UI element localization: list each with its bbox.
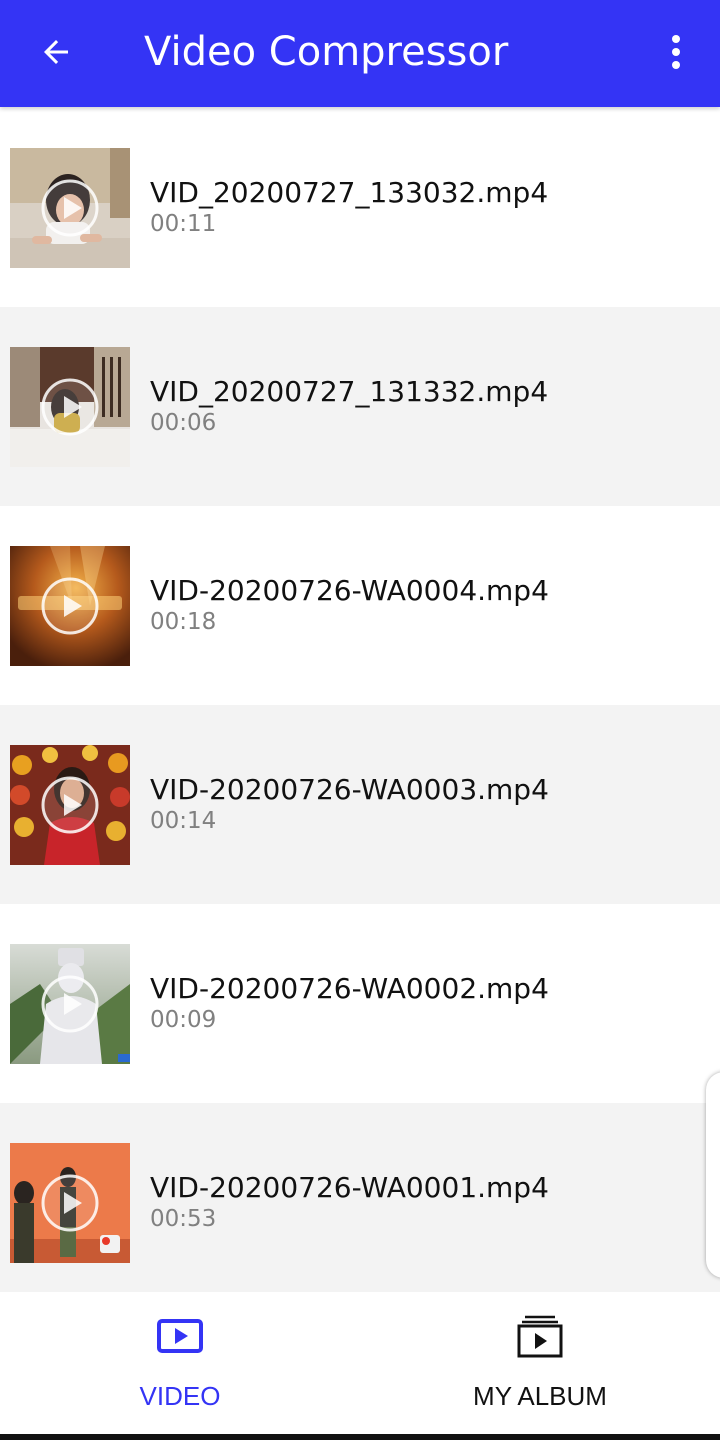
video-thumbnail — [10, 347, 130, 467]
video-file-name: VID-20200726-WA0002.mp4 — [150, 972, 549, 1005]
video-list-item[interactable]: VID-20200726-WA0004.mp4 00:18 — [0, 506, 720, 705]
video-file-name: VID_20200727_131332.mp4 — [150, 375, 549, 408]
video-list: VID_20200727_133032.mp4 00:11 VID_202007… — [0, 108, 720, 1302]
video-file-name: VID-20200726-WA0004.mp4 — [150, 574, 549, 607]
video-duration: 00:09 — [150, 1007, 217, 1033]
video-thumbnail — [10, 546, 130, 666]
video-duration: 00:11 — [150, 211, 217, 237]
play-icon — [41, 577, 99, 635]
video-duration: 00:18 — [150, 609, 217, 635]
nav-my-album-label: MY ALBUM — [473, 1381, 607, 1411]
video-list-item[interactable]: VID-20200726-WA0003.mp4 00:14 — [0, 705, 720, 904]
video-file-name: VID-20200726-WA0001.mp4 — [150, 1171, 549, 1204]
video-thumbnail — [10, 148, 130, 268]
video-duration: 00:06 — [150, 410, 217, 436]
video-file-name: VID_20200727_133032.mp4 — [150, 176, 549, 209]
video-list-item[interactable]: VID_20200727_131332.mp4 00:06 — [0, 307, 720, 506]
play-icon — [41, 1174, 99, 1232]
system-nav-bar — [0, 1434, 720, 1440]
nav-video-tab[interactable]: VIDEO — [0, 1292, 360, 1434]
nav-video-label: VIDEO — [139, 1381, 221, 1411]
app-bar: Video Compressor — [0, 0, 720, 107]
video-thumbnail — [10, 745, 130, 865]
fast-scroll-handle[interactable] — [706, 1072, 720, 1278]
play-icon — [41, 179, 99, 237]
more-vert-icon — [672, 35, 680, 69]
overflow-menu-button[interactable] — [648, 24, 704, 80]
video-duration: 00:53 — [150, 1206, 217, 1232]
play-icon — [41, 378, 99, 436]
video-thumbnail — [10, 944, 130, 1064]
video-library-icon — [517, 1315, 563, 1358]
video-file-name: VID-20200726-WA0003.mp4 — [150, 773, 549, 806]
page-title: Video Compressor — [144, 29, 509, 75]
video-list-item[interactable]: VID-20200726-WA0001.mp4 00:53 — [0, 1103, 720, 1302]
video-duration: 00:14 — [150, 808, 217, 834]
video-list-item[interactable]: VID-20200726-WA0002.mp4 00:09 — [0, 904, 720, 1103]
video-list-item[interactable]: VID_20200727_133032.mp4 00:11 — [0, 108, 720, 307]
video-thumbnail — [10, 1143, 130, 1263]
play-icon — [41, 975, 99, 1033]
bottom-navigation: VIDEO MY ALBUM — [0, 1292, 720, 1434]
arrow-back-icon — [44, 40, 68, 64]
nav-my-album-tab[interactable]: MY ALBUM — [360, 1292, 720, 1434]
video-play-icon — [157, 1319, 203, 1353]
play-icon — [41, 776, 99, 834]
back-button[interactable] — [28, 24, 84, 80]
